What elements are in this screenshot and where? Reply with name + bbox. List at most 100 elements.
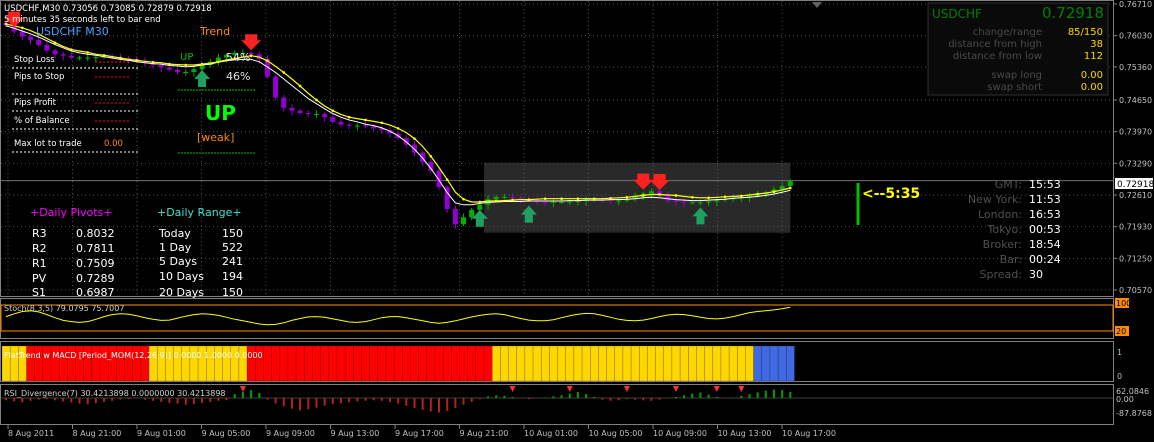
ma-dot [462, 197, 465, 201]
rsi-divergence-markers [239, 386, 745, 392]
candle-body [289, 107, 295, 111]
ma-dot [217, 60, 220, 64]
ma-dot [674, 194, 678, 197]
trend-down-pct: 46% [226, 70, 250, 83]
candle-body [85, 57, 91, 59]
range-10days-value: 194 [222, 270, 243, 283]
flattrend-bar [606, 345, 616, 382]
candle-body [362, 125, 368, 127]
flattrend-bar [385, 345, 395, 382]
ma-dot [592, 197, 596, 201]
flattrend-bar [671, 345, 681, 382]
rsi-title: RSI_Divergence(7) 30.4213898 0.0000000 3… [4, 389, 226, 398]
time-tick-label: 10 Aug 09:00 [653, 429, 707, 438]
flattrend-tick-0: 0 [1117, 372, 1122, 381]
ma-dot [690, 196, 694, 199]
trend-up-label: UP [180, 52, 193, 63]
candle-body [183, 72, 189, 74]
ma-dot [266, 59, 269, 63]
candle-body [477, 204, 483, 210]
flattrend-bar [508, 345, 517, 382]
trading-chart[interactable]: 0.76710 0.76030 0.75360 0.74650 0.73970 0.732… [0, 0, 1154, 442]
trend-title: Trend [199, 25, 230, 38]
divergence-marker-icon [509, 386, 516, 392]
time-tick-label: 9 Aug 13:00 [331, 429, 380, 438]
sell-arrow-icon [241, 34, 262, 51]
flattrend-bar [361, 345, 370, 382]
flattrend-bar [320, 345, 330, 382]
flattrend-bar [418, 345, 428, 382]
candle-body [616, 200, 622, 202]
flattrend-bar [328, 345, 338, 382]
flattrend-bar [565, 345, 575, 382]
bar-timer: 5 minutes 35 seconds left to bar end [4, 15, 161, 25]
flattrend-bar [598, 345, 607, 382]
price-tick-label: 0.76710 [1119, 0, 1152, 9]
candle-body [550, 201, 556, 203]
ma-dot [102, 53, 106, 57]
ma-dot [740, 194, 743, 198]
flattrend-title: FlatTrend w MACD [Period_MOM(12,26,9)] 0… [4, 351, 263, 360]
ma-dot [478, 200, 482, 204]
flattrend-bar [647, 345, 656, 382]
ma-dot [789, 186, 792, 190]
ma-dot [200, 62, 204, 66]
stoch-level-high: 100 [1116, 299, 1131, 308]
symbol-header: USDCHF,M30 0.73056 0.73085 0.72879 0.729… [4, 4, 212, 14]
clock-broker-value: 18:54 [1029, 238, 1061, 251]
time-tick-label: 9 Aug 21:00 [460, 429, 509, 438]
divergence-marker-icon [672, 386, 679, 392]
risk-row-pips-to-stop: Pips to Stop [14, 72, 64, 82]
flattrend-tick-1: 1 [1117, 348, 1122, 357]
ma-dot [413, 137, 416, 140]
range-today-value: 150 [222, 227, 243, 240]
time-tick-label: 10 Aug 13:00 [718, 429, 772, 438]
flattrend-bar [557, 345, 566, 382]
ma-dot [151, 60, 155, 64]
info-symbol: USDCHF [932, 7, 982, 21]
range-20days-label: 20 Days [159, 286, 204, 299]
time-tick-label: 10 Aug 05:00 [589, 429, 643, 438]
candle-body [648, 191, 654, 194]
candle-body [322, 113, 328, 118]
clock-london-value: 16:53 [1029, 208, 1061, 221]
info-value-dist-high: 38 [1090, 39, 1103, 50]
risk-row-stop-loss: Stop Loss [14, 55, 55, 65]
flattrend-bar [639, 345, 648, 382]
candle-body [575, 201, 581, 203]
candle-body [305, 112, 311, 114]
ma-dot [560, 197, 563, 201]
flattrend-bar [688, 345, 697, 382]
flattrend-bar [442, 345, 452, 382]
divergence-marker-icon [239, 386, 246, 392]
time-tick-label: 10 Aug 01:00 [524, 429, 578, 438]
candle-body [689, 202, 695, 204]
divergence-marker-icon [623, 386, 630, 392]
flattrend-bar [353, 345, 362, 382]
flattrend-bar [475, 345, 485, 382]
pivot-r1-value: 0.7509 [76, 257, 115, 270]
flattrend-bar [467, 345, 477, 382]
ma-dot [380, 121, 384, 125]
scroll-arrow-icon[interactable] [812, 2, 822, 8]
flattrend-bar [753, 345, 763, 382]
ma-dot [135, 59, 139, 62]
price-tick-label: 0.76030 [1119, 32, 1152, 41]
trend-pair-tf: USDCHF M30 [36, 25, 109, 38]
ma-dot [707, 196, 710, 200]
clock-broker-label: Broker: [983, 238, 1022, 251]
ma-dot [576, 197, 580, 201]
ma-dot [396, 127, 400, 130]
candle-body [706, 201, 712, 203]
info-value-dist-low: 112 [1084, 51, 1103, 62]
candle-body [452, 208, 458, 225]
info-label-change-range: change/range [973, 27, 1042, 38]
flattrend-bar [777, 345, 787, 382]
flattrend-bar [524, 345, 534, 382]
flattrend-bar [728, 345, 738, 382]
risk-row-pct-balance: % of Balance [14, 116, 70, 126]
clock-bar-label: Bar: [1000, 253, 1022, 266]
divergence-marker-icon [566, 386, 573, 392]
flattrend-bar [745, 345, 754, 382]
flattrend-bar [426, 345, 436, 382]
